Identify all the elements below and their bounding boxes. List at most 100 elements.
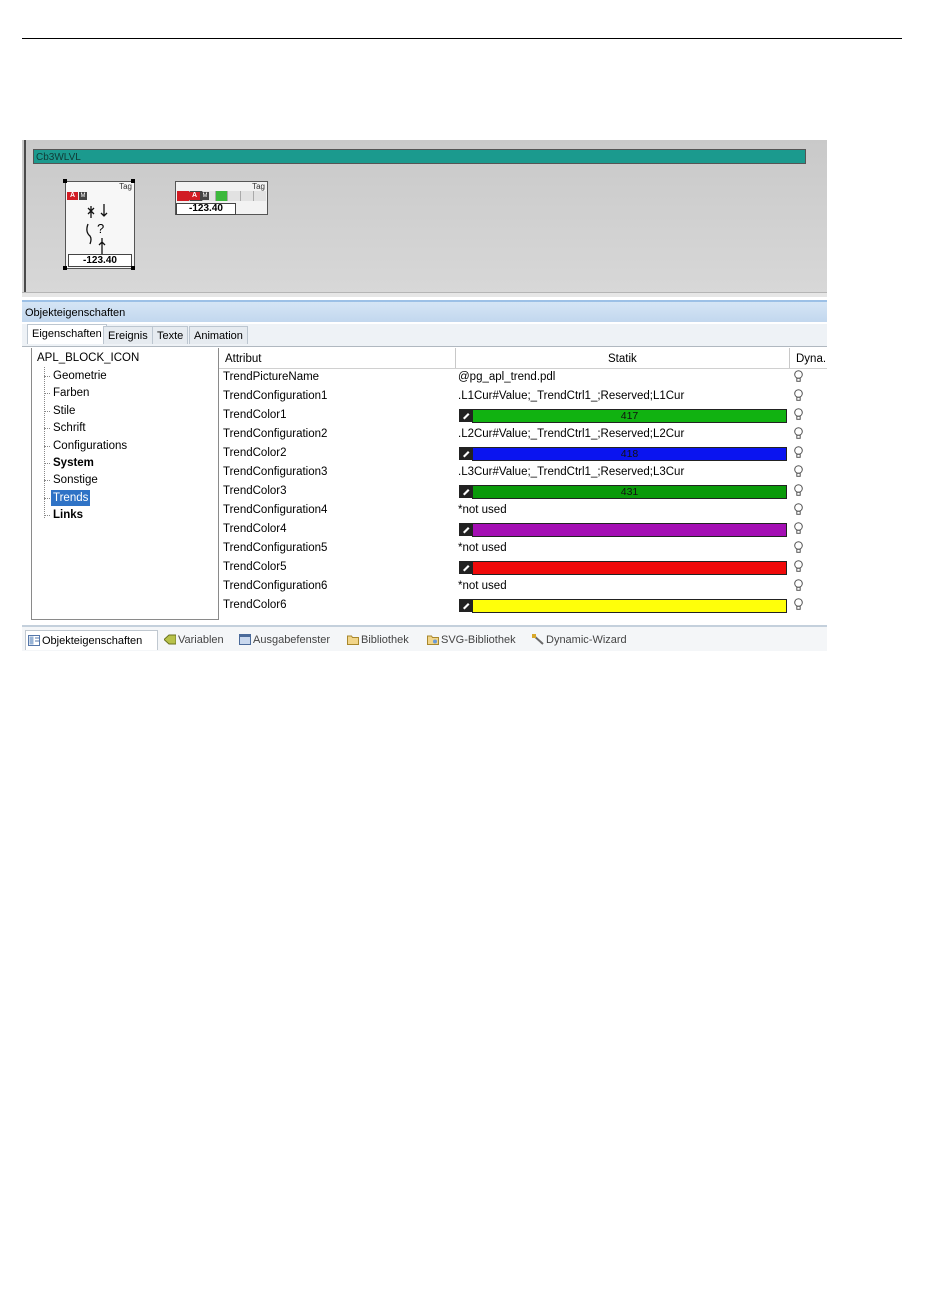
wizard-icon bbox=[532, 634, 544, 645]
selection-handle[interactable] bbox=[131, 266, 135, 270]
dynamic-lightbulb-icon[interactable] bbox=[794, 541, 803, 555]
tree-connector bbox=[44, 367, 45, 518]
block-icon-small[interactable]: Tag A M -123.40 bbox=[175, 181, 268, 215]
unknown-state-mark: ? bbox=[97, 221, 104, 236]
properties-body: APL_BLOCK_ICON Geometrie Farben Stile Sc… bbox=[22, 346, 827, 623]
dynamic-lightbulb-icon[interactable] bbox=[794, 370, 803, 384]
table-row[interactable]: TrendColor3 431 bbox=[219, 482, 827, 501]
dock-tab-dynamic-wizard[interactable]: Dynamic-Wizard bbox=[530, 630, 627, 650]
static-value[interactable]: .L1Cur#Value;_TrendCtrl1_;Reserved;L1Cur bbox=[458, 387, 684, 406]
static-value[interactable]: *not used bbox=[458, 539, 507, 558]
table-row[interactable]: TrendColor2 418 bbox=[219, 444, 827, 463]
dynamic-lightbulb-icon[interactable] bbox=[794, 446, 803, 460]
graphics-canvas[interactable]: Cb3WLVL Tag A M ? -123.40 Tag A M -123.4… bbox=[22, 140, 827, 297]
status-cell bbox=[241, 191, 255, 201]
alarm-badge-icon: A bbox=[189, 192, 200, 200]
table-row[interactable]: TrendConfiguration1 .L1Cur#Value;_TrendCt… bbox=[219, 387, 827, 406]
dynamic-lightbulb-icon[interactable] bbox=[794, 484, 803, 498]
tab-eigenschaften[interactable]: Eigenschaften bbox=[27, 324, 107, 344]
color-picker-icon[interactable] bbox=[459, 523, 473, 536]
selection-handle[interactable] bbox=[63, 179, 67, 183]
dynamic-lightbulb-icon[interactable] bbox=[794, 408, 803, 422]
dock-tab-ausgabefenster[interactable]: Ausgabefenster bbox=[237, 630, 330, 650]
block-icon-valve[interactable]: Tag A M ? -123.40 bbox=[65, 181, 135, 269]
table-row[interactable]: TrendConfiguration5 *not used bbox=[219, 539, 827, 558]
column-divider[interactable] bbox=[455, 348, 456, 368]
dynamic-lightbulb-icon[interactable] bbox=[794, 389, 803, 403]
color-picker-icon[interactable] bbox=[459, 485, 473, 498]
color-swatch[interactable] bbox=[472, 599, 787, 613]
dock-tab-objekteigenschaften[interactable]: Objekteigenschaften bbox=[25, 630, 158, 650]
page-header-rule bbox=[22, 38, 902, 39]
dynamic-lightbulb-icon[interactable] bbox=[794, 465, 803, 479]
grid-header: Attribut Statik Dyna.. bbox=[219, 348, 827, 369]
dynamic-lightbulb-icon[interactable] bbox=[794, 503, 803, 517]
dock-tab-variablen[interactable]: Variablen bbox=[162, 630, 224, 650]
table-row[interactable]: TrendConfiguration4 *not used bbox=[219, 501, 827, 520]
tree-item-configurations[interactable]: Configurations bbox=[43, 438, 129, 454]
dynamic-lightbulb-icon[interactable] bbox=[794, 427, 803, 441]
table-row[interactable]: TrendColor5 bbox=[219, 558, 827, 577]
table-row[interactable]: TrendColor1 417 bbox=[219, 406, 827, 425]
dock-tab-label: Dynamic-Wizard bbox=[546, 634, 627, 646]
dock-tab-svg-bibliothek[interactable]: SVG-Bibliothek bbox=[425, 630, 516, 650]
selection-handle[interactable] bbox=[131, 179, 135, 183]
dynamic-lightbulb-icon[interactable] bbox=[794, 579, 803, 593]
dynamic-lightbulb-icon[interactable] bbox=[794, 522, 803, 536]
tab-ereignis[interactable]: Ereignis bbox=[103, 326, 153, 344]
tree-item-sonstige[interactable]: Sonstige bbox=[44, 472, 100, 488]
dynamic-lightbulb-icon[interactable] bbox=[794, 598, 803, 612]
column-divider[interactable] bbox=[789, 348, 790, 368]
tab-animation[interactable]: Animation bbox=[189, 326, 248, 344]
tree-item-geometrie[interactable]: Geometrie bbox=[44, 368, 109, 384]
color-swatch[interactable] bbox=[472, 523, 787, 537]
static-value[interactable]: *not used bbox=[458, 577, 507, 596]
tree-item-schrift[interactable]: Schrift bbox=[44, 420, 88, 436]
table-row[interactable]: TrendConfiguration6 *not used bbox=[219, 577, 827, 596]
selection-handle[interactable] bbox=[63, 266, 67, 270]
static-value[interactable]: *not used bbox=[458, 501, 507, 520]
variables-icon bbox=[164, 634, 176, 645]
tree-item-links[interactable]: Links bbox=[43, 507, 85, 523]
static-value[interactable]: @pg_apl_trend.pdl bbox=[458, 368, 555, 387]
dock-tab-bibliothek[interactable]: Bibliothek bbox=[345, 630, 409, 650]
wincc-screenshot: Cb3WLVL Tag A M ? -123.40 Tag A M -123.4… bbox=[22, 140, 827, 651]
color-picker-icon[interactable] bbox=[459, 409, 473, 422]
property-tree: APL_BLOCK_ICON Geometrie Farben Stile Sc… bbox=[31, 348, 219, 620]
alarm-cell bbox=[177, 191, 190, 201]
color-swatch[interactable] bbox=[472, 561, 787, 575]
color-picker-icon[interactable] bbox=[459, 561, 473, 574]
table-row[interactable]: TrendConfiguration2 .L2Cur#Value;_TrendCt… bbox=[219, 425, 827, 444]
attribute-name: TrendConfiguration3 bbox=[223, 466, 328, 478]
tree-item-trends[interactable]: Trends bbox=[43, 490, 91, 506]
table-row[interactable]: TrendColor6 bbox=[219, 596, 827, 615]
attribute-name: TrendColor3 bbox=[223, 485, 287, 497]
tree-item-system[interactable]: System bbox=[44, 455, 96, 471]
table-row[interactable]: TrendPictureName @pg_apl_trend.pdl bbox=[219, 368, 827, 387]
column-header-attribute[interactable]: Attribut bbox=[225, 348, 261, 368]
color-picker-icon[interactable] bbox=[459, 599, 473, 612]
color-picker-icon[interactable] bbox=[459, 447, 473, 460]
table-row[interactable]: TrendConfiguration3 .L3Cur#Value;_TrendCt… bbox=[219, 463, 827, 482]
column-header-static[interactable]: Statik bbox=[608, 348, 637, 368]
status-cell bbox=[254, 191, 267, 201]
status-cell bbox=[228, 191, 242, 201]
table-row[interactable]: TrendColor4 bbox=[219, 520, 827, 539]
svg-library-icon bbox=[427, 635, 439, 645]
color-swatch[interactable]: 417 bbox=[472, 409, 787, 423]
static-value[interactable]: .L3Cur#Value;_TrendCtrl1_;Reserved;L3Cur bbox=[458, 463, 684, 482]
dock-tab-label: Variablen bbox=[178, 634, 224, 646]
attribute-name: TrendConfiguration5 bbox=[223, 542, 328, 554]
dynamic-lightbulb-icon[interactable] bbox=[794, 560, 803, 574]
color-swatch[interactable]: 431 bbox=[472, 485, 787, 499]
attribute-name: TrendColor1 bbox=[223, 409, 287, 421]
tree-item-farben[interactable]: Farben bbox=[43, 385, 91, 401]
static-value[interactable]: .L2Cur#Value;_TrendCtrl1_;Reserved;L2Cur bbox=[458, 425, 684, 444]
tree-root[interactable]: APL_BLOCK_ICON bbox=[37, 352, 139, 364]
tab-texte[interactable]: Texte bbox=[152, 326, 189, 344]
color-swatch[interactable]: 418 bbox=[472, 447, 787, 461]
level-bar[interactable]: Cb3WLVL bbox=[33, 149, 806, 164]
attribute-name: TrendColor4 bbox=[223, 523, 287, 535]
tree-item-stile[interactable]: Stile bbox=[43, 403, 77, 419]
column-header-dynamic[interactable]: Dyna.. bbox=[796, 348, 827, 368]
